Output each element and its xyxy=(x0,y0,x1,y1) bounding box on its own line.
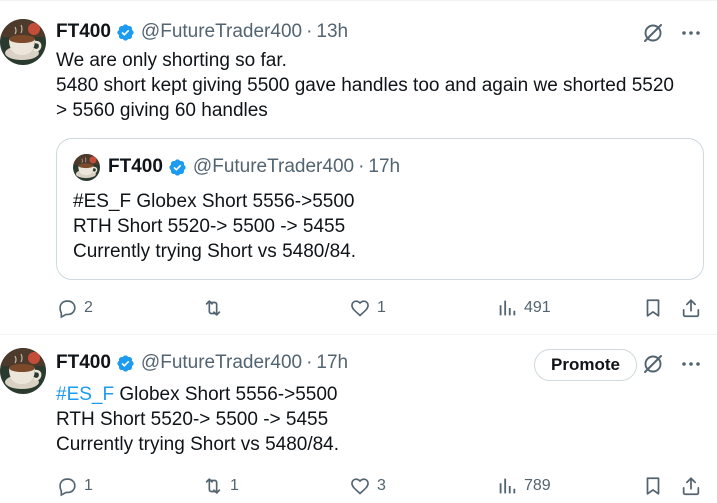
tweet-text-line: We are only shorting so far. xyxy=(56,50,287,71)
author-name[interactable]: FT400 xyxy=(56,352,111,374)
author-handle: @FutureTrader400 xyxy=(192,156,355,177)
views-icon xyxy=(496,475,518,497)
tweet-text-line: > 5560 giving 60 handles xyxy=(56,100,268,121)
view-count: 491 xyxy=(524,299,551,316)
tweet-text-line: 5480 short kept giving 5500 gave handles… xyxy=(56,75,674,96)
avatar[interactable] xyxy=(0,348,46,394)
tweet[interactable]: FT400 @FutureTrader400 · 13h We are only… xyxy=(0,0,717,335)
like-count: 3 xyxy=(377,477,386,494)
repost-count: 1 xyxy=(230,477,239,494)
repost-button[interactable]: 1 xyxy=(202,473,239,499)
more-icon[interactable] xyxy=(679,352,703,376)
tweet-text-line: #ES_F Globex Short 5556->5500 xyxy=(73,191,355,212)
tweet-text-fragment: Globex Short 5556->5500 xyxy=(114,384,338,405)
reply-count: 1 xyxy=(84,477,93,494)
view-count: 789 xyxy=(524,477,551,494)
reply-icon xyxy=(56,297,78,319)
verified-icon xyxy=(116,23,135,42)
bookmark-icon xyxy=(642,297,664,319)
verified-icon xyxy=(168,158,187,177)
avatar[interactable] xyxy=(0,19,46,65)
tweet-text-line: Currently trying Short vs 5480/84. xyxy=(73,241,357,262)
tweet-top-actions xyxy=(641,352,703,376)
views-button[interactable]: 789 xyxy=(496,473,551,499)
author-handle[interactable]: @FutureTrader400 xyxy=(141,352,302,374)
tweet-text-line: Currently trying Short vs 5480/84. xyxy=(56,434,340,455)
like-icon xyxy=(349,297,371,319)
tweet-text-line: RTH Short 5520-> 5500 -> 5455 xyxy=(73,216,346,237)
tweet-header: FT400 @FutureTrader400 · 17h xyxy=(56,351,348,375)
views-button[interactable]: 491 xyxy=(496,295,551,321)
grok-icon[interactable] xyxy=(641,21,665,45)
tweet-text-line: RTH Short 5520-> 5500 -> 5455 xyxy=(56,409,329,430)
author-handle[interactable]: @FutureTrader400 xyxy=(141,21,302,43)
share-icon xyxy=(680,475,702,497)
bookmark-button[interactable] xyxy=(642,473,664,499)
bookmark-button[interactable] xyxy=(642,295,664,321)
like-icon xyxy=(349,475,371,497)
bookmark-icon xyxy=(642,475,664,497)
tweet-text: We are only shorting so far. 5480 short … xyxy=(56,48,706,123)
avatar xyxy=(73,154,100,181)
tweet-text: #ES_F Globex Short 5556->5500 RTH Short … xyxy=(56,382,706,457)
reply-icon xyxy=(56,475,78,497)
separator: · xyxy=(358,156,365,177)
grok-icon[interactable] xyxy=(641,352,665,376)
tweet-top-actions xyxy=(641,21,703,45)
timestamp[interactable]: 13h xyxy=(316,21,348,43)
author-name[interactable]: FT400 xyxy=(56,21,111,43)
views-icon xyxy=(496,297,518,319)
tweet-text-line: #ES_F Globex Short 5556->5500 xyxy=(56,382,706,407)
more-icon[interactable] xyxy=(679,21,703,45)
like-count: 1 xyxy=(377,299,386,316)
hashtag-link[interactable]: #ES_F xyxy=(56,384,114,405)
repost-button[interactable] xyxy=(202,295,230,321)
tweet[interactable]: FT400 @FutureTrader400 · 17h Promote #ES… xyxy=(0,335,717,503)
share-icon xyxy=(680,297,702,319)
separator: · xyxy=(306,352,313,373)
repost-icon xyxy=(202,475,224,497)
separator: · xyxy=(306,21,313,42)
reply-button[interactable]: 2 xyxy=(56,295,93,321)
timestamp: 17h xyxy=(368,156,401,177)
share-button[interactable] xyxy=(680,473,702,499)
quoted-tweet[interactable]: FT400 @FutureTrader400 · 17h #ES_F Globe… xyxy=(56,138,704,280)
like-button[interactable]: 1 xyxy=(349,295,386,321)
tweet-actions: 1 1 3 789 xyxy=(56,473,706,499)
verified-icon xyxy=(116,354,135,373)
like-button[interactable]: 3 xyxy=(349,473,386,499)
share-button[interactable] xyxy=(680,295,702,321)
tweet-header: FT400 @FutureTrader400 · 13h xyxy=(56,20,348,44)
reply-button[interactable]: 1 xyxy=(56,473,93,499)
promote-button[interactable]: Promote xyxy=(534,349,637,381)
reply-count: 2 xyxy=(84,299,93,316)
quoted-tweet-header: FT400 @FutureTrader400 · 17h xyxy=(108,155,400,179)
timestamp[interactable]: 17h xyxy=(316,352,348,374)
author-name: FT400 xyxy=(108,156,163,177)
tweet-actions: 2 1 491 xyxy=(56,295,706,321)
repost-icon xyxy=(202,297,224,319)
quoted-tweet-text: #ES_F Globex Short 5556->5500 RTH Short … xyxy=(73,189,356,264)
